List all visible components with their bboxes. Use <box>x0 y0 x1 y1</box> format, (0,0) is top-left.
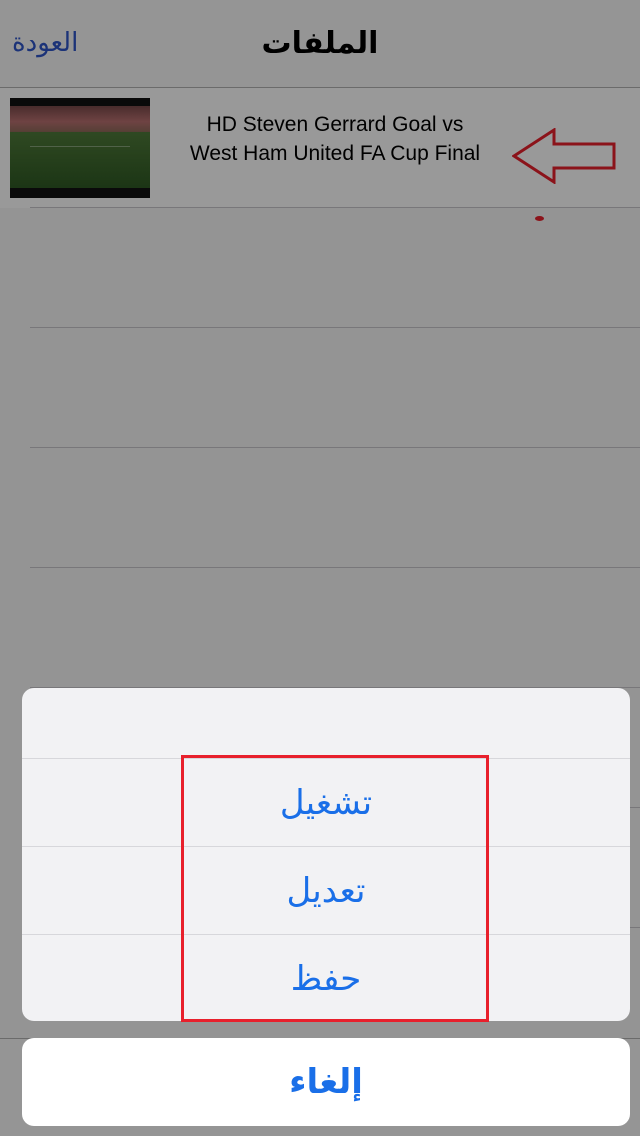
save-button[interactable]: حفظ <box>22 935 630 1021</box>
play-button[interactable]: تشغيل <box>22 759 630 847</box>
edit-button[interactable]: تعديل <box>22 847 630 935</box>
action-sheet: تشغيل تعديل حفظ <box>22 688 630 1021</box>
action-sheet-header <box>22 688 630 758</box>
cancel-button[interactable]: إلغاء <box>22 1038 630 1126</box>
